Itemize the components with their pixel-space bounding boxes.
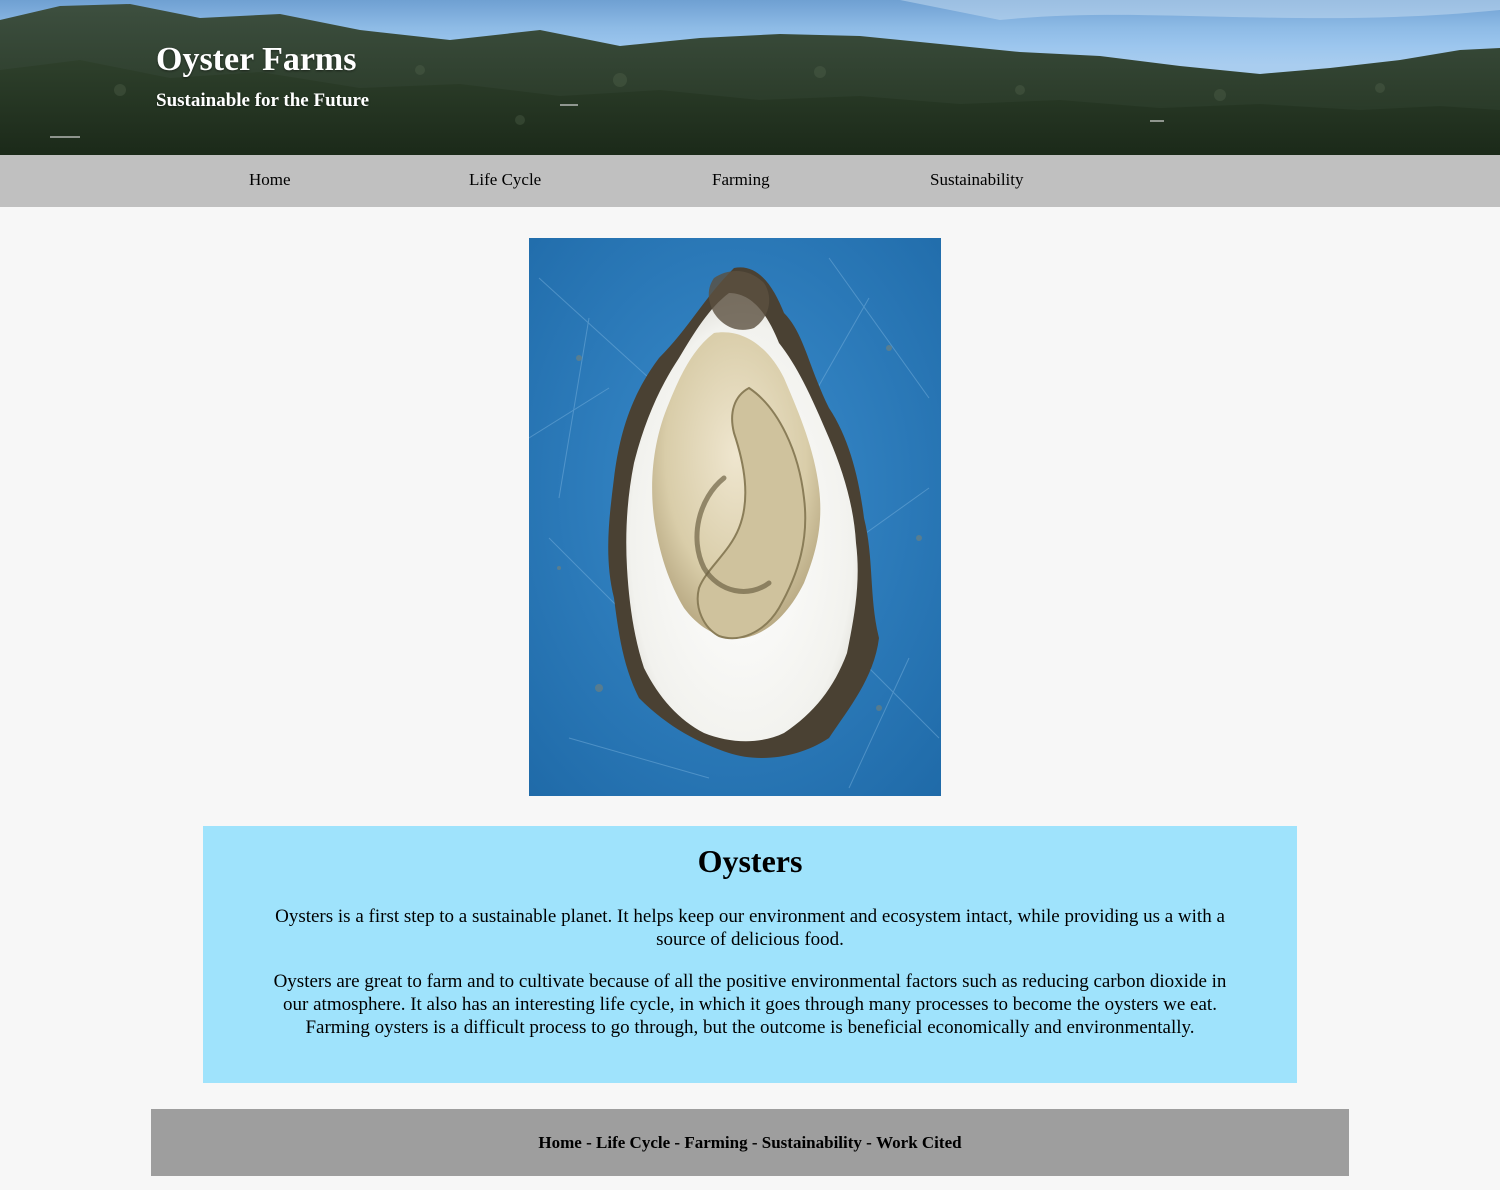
nav-link-sustainability[interactable]: Sustainability bbox=[930, 170, 1024, 190]
footer-link-home[interactable]: Home bbox=[538, 1133, 581, 1152]
site-subtitle: Sustainable for the Future bbox=[156, 90, 370, 111]
oyster-illustration bbox=[529, 238, 941, 796]
oyster-photo bbox=[529, 238, 941, 796]
footer-separator: - bbox=[861, 1133, 877, 1152]
footer-links: Home - Life Cycle - Farming - Sustainabi… bbox=[151, 1133, 1349, 1153]
site-title: Oyster Farms bbox=[156, 41, 357, 78]
section-title: Oysters bbox=[697, 843, 803, 879]
details-paragraph: Oysters are great to farm and to cultiva… bbox=[273, 971, 1227, 1038]
header-banner: Oyster Farms Sustainable for the Future bbox=[0, 0, 1500, 155]
footer-separator: - bbox=[670, 1133, 685, 1152]
oysters-info-section: Oysters Oysters is a first step to a sus… bbox=[203, 826, 1297, 1083]
footer: Home - Life Cycle - Farming - Sustainabi… bbox=[151, 1109, 1349, 1176]
intro-paragraph: Oysters is a first step to a sustainable… bbox=[275, 906, 1225, 950]
footer-link-work-cited[interactable]: Work Cited bbox=[876, 1133, 961, 1152]
footer-link-sustainability[interactable]: Sustainability bbox=[762, 1133, 862, 1152]
nav-link-life-cycle[interactable]: Life Cycle bbox=[469, 170, 541, 190]
footer-link-farming[interactable]: Farming bbox=[684, 1133, 747, 1152]
footer-link-life-cycle[interactable]: Life Cycle bbox=[596, 1133, 670, 1152]
nav-link-farming[interactable]: Farming bbox=[712, 170, 770, 190]
main-navigation: Home Life Cycle Farming Sustainability bbox=[0, 155, 1500, 207]
nav-link-home[interactable]: Home bbox=[249, 170, 291, 190]
footer-separator: - bbox=[581, 1133, 597, 1152]
footer-separator: - bbox=[747, 1133, 762, 1152]
